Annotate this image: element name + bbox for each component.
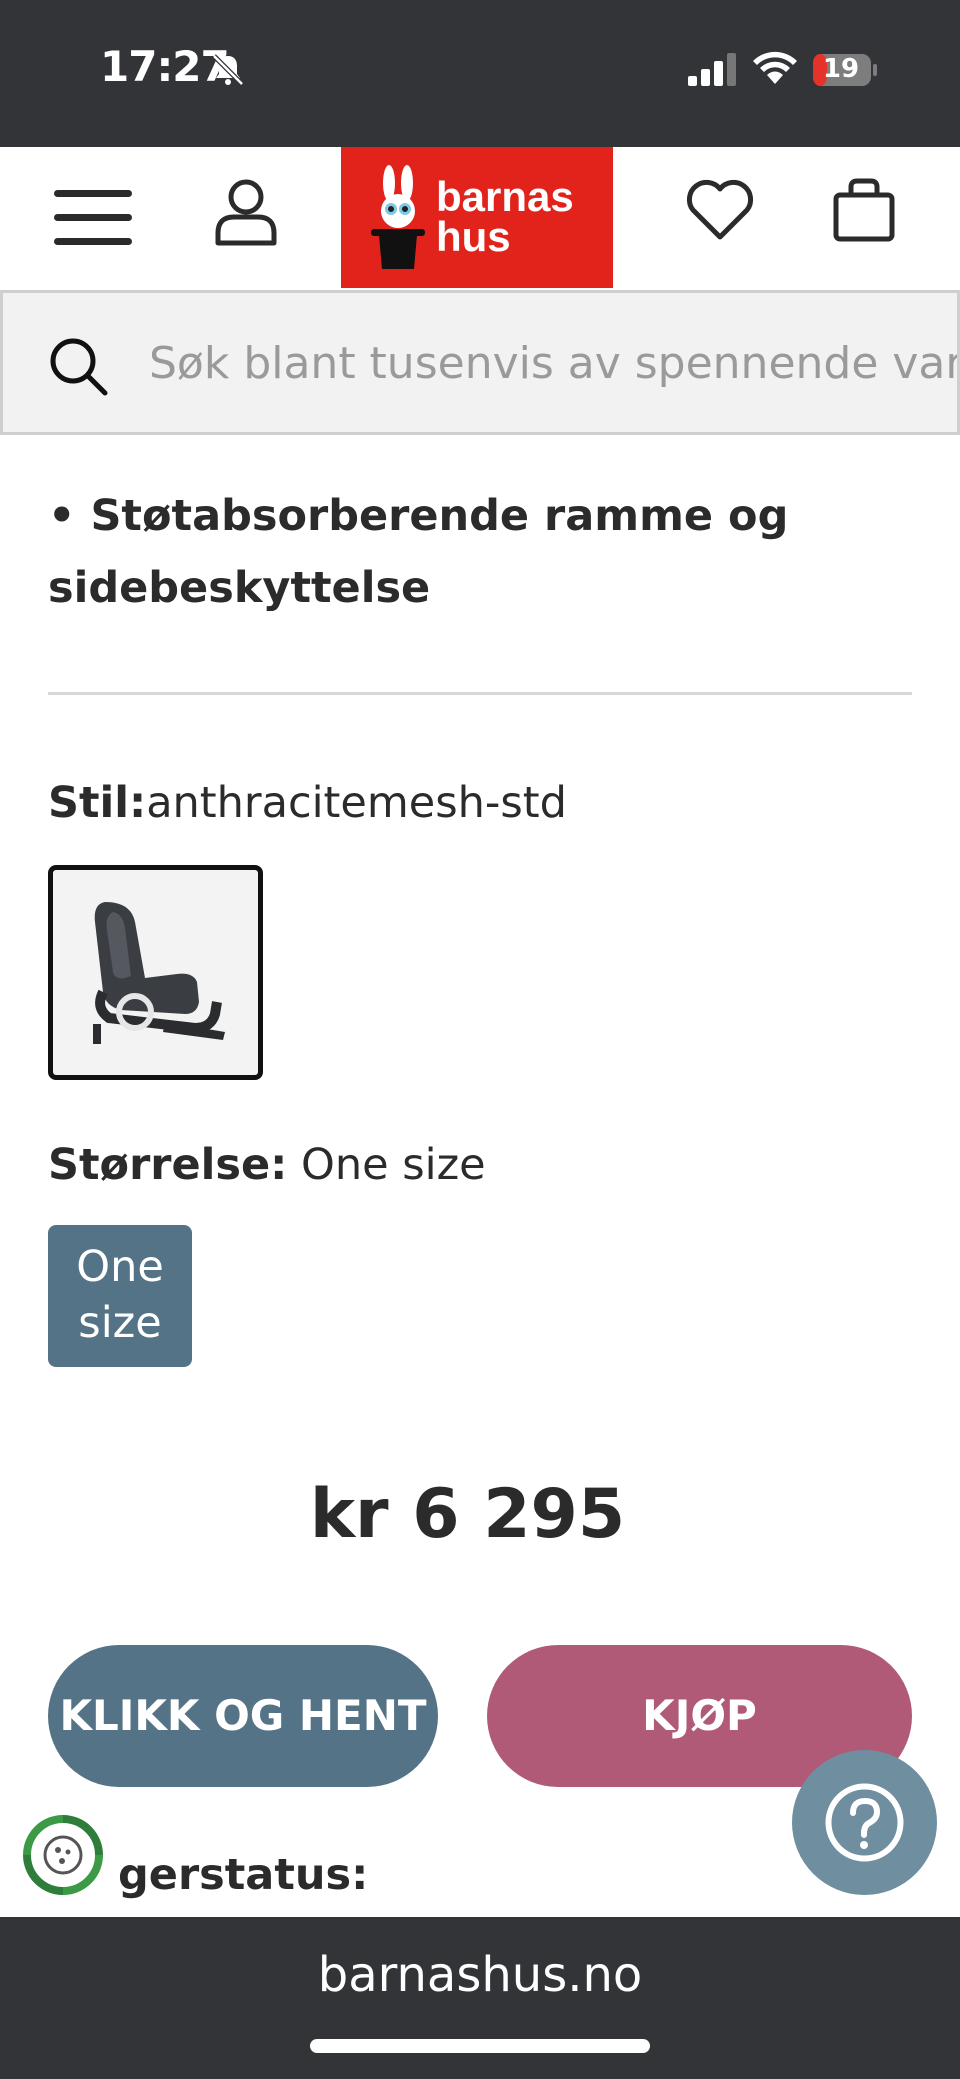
click-and-collect-button[interactable]: KLIKK OG HENT xyxy=(48,1645,438,1787)
help-button[interactable] xyxy=(792,1750,937,1895)
search-icon[interactable] xyxy=(47,335,109,397)
home-indicator[interactable] xyxy=(310,2039,650,2053)
size-label: Størrelse: xyxy=(48,1140,288,1190)
size-value: One size xyxy=(287,1140,486,1190)
style-swatch-anthracitemesh[interactable] xyxy=(48,865,263,1080)
barnashus-logo[interactable]: barnas hus xyxy=(341,147,613,288)
signal-icon xyxy=(688,53,736,86)
eco-recycle-badge-icon[interactable] xyxy=(18,1810,108,1900)
browser-address-bar: barnashus.no xyxy=(0,1917,960,2079)
search-input[interactable] xyxy=(149,333,957,393)
product-price: kr 6 295 xyxy=(309,1475,626,1554)
style-label: Stil: xyxy=(48,778,147,828)
logo-text: barnas hus xyxy=(436,173,574,260)
bell-muted-icon xyxy=(212,54,244,86)
style-value: anthracitemesh-std xyxy=(146,778,567,828)
url-text[interactable]: barnashus.no xyxy=(0,1947,960,2003)
user-icon[interactable] xyxy=(214,177,278,247)
status-bar: 17:27 19 xyxy=(0,0,960,147)
rabbit-hat-logo-icon xyxy=(371,165,425,269)
style-selector-label: Stil:anthracitemesh-std xyxy=(48,778,567,828)
car-seat-image xyxy=(93,902,225,1044)
question-icon xyxy=(825,1783,904,1862)
wifi-icon xyxy=(753,51,797,84)
size-selector-label: Størrelse: One size xyxy=(48,1140,486,1190)
feature-bullet: • Støtabsorberende ramme og sidebeskytte… xyxy=(48,491,789,613)
divider xyxy=(48,692,912,695)
site-header: barnas hus xyxy=(0,147,960,288)
menu-icon[interactable] xyxy=(54,190,132,246)
search-bar xyxy=(0,290,960,435)
size-option-one-size[interactable]: One size xyxy=(48,1225,192,1367)
heart-icon[interactable] xyxy=(684,177,756,243)
shopping-bag-icon[interactable] xyxy=(831,177,897,243)
battery-level: 19 xyxy=(822,54,860,84)
stock-status-label: gerstatus: xyxy=(118,1850,369,1900)
